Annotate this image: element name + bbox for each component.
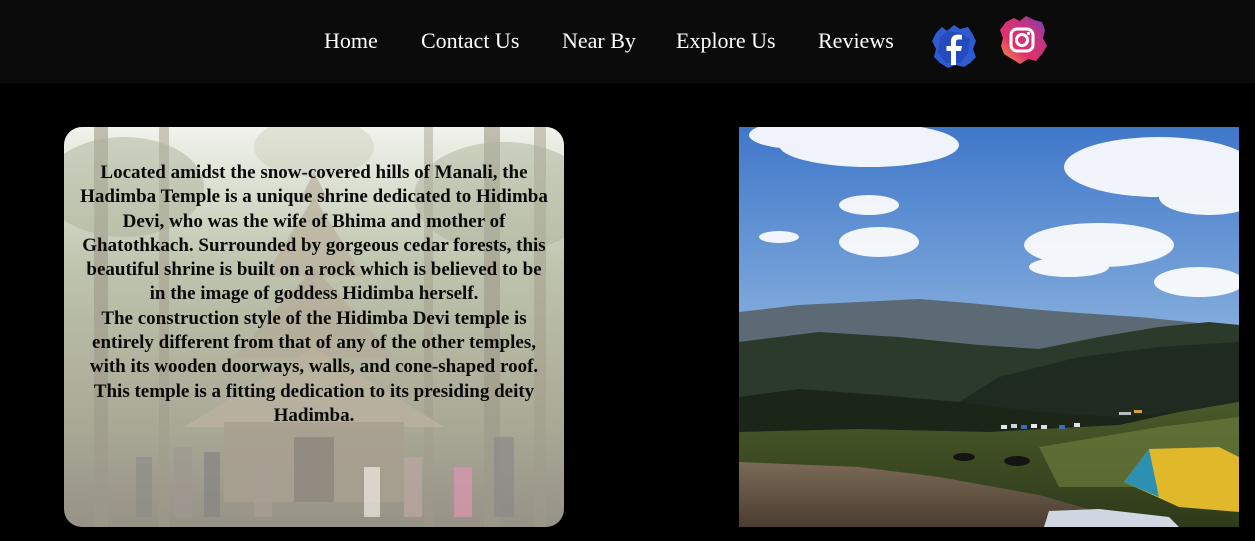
mountain-landscape-photo — [739, 127, 1239, 527]
instagram-icon[interactable] — [998, 14, 1048, 66]
top-navbar: Home Contact Us Near By Explore Us Revie… — [0, 0, 1255, 83]
temple-description-paragraph-2: The construction style of the Hidimba De… — [89, 307, 539, 426]
mountain-landscape-image — [739, 127, 1239, 527]
nav-links: Home Contact Us Near By Explore Us Revie… — [0, 0, 1255, 83]
temple-description: Located amidst the snow-covered hills of… — [78, 161, 550, 428]
nav-home-link[interactable]: Home — [324, 28, 378, 54]
nav-explore-us-link[interactable]: Explore Us — [676, 28, 776, 54]
hadimba-temple-card: Located amidst the snow-covered hills of… — [64, 127, 564, 527]
nav-contact-us-link[interactable]: Contact Us — [421, 28, 519, 54]
facebook-icon[interactable] — [930, 23, 978, 69]
temple-description-paragraph-1: Located amidst the snow-covered hills of… — [80, 162, 548, 305]
nav-reviews-link[interactable]: Reviews — [818, 28, 894, 54]
nav-near-by-link[interactable]: Near By — [562, 28, 636, 54]
